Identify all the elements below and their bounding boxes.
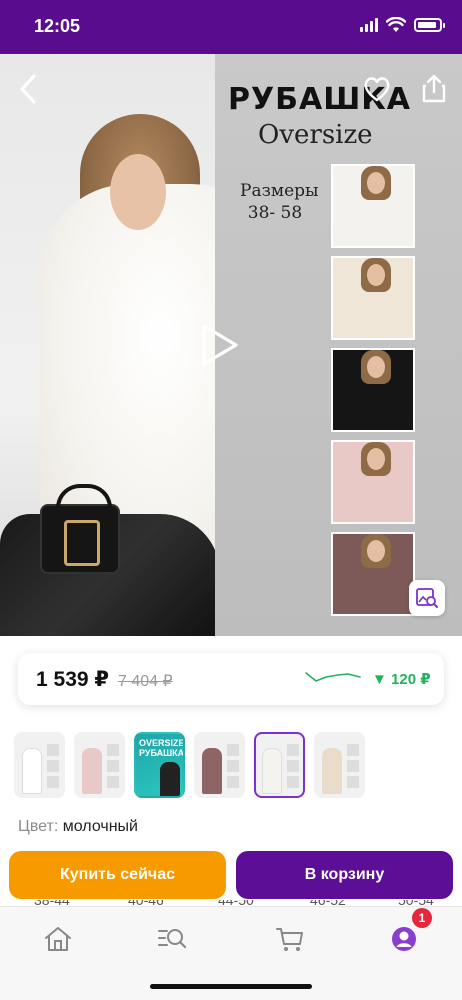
old-price: 7 404 ₽ — [118, 673, 173, 690]
image-search-button[interactable] — [409, 580, 445, 616]
promo-label: OVERSIZE РУБАШКА — [139, 738, 185, 758]
color-variant-strip: OVERSIZE РУБАШКА — [14, 732, 454, 800]
price-card[interactable]: 1 539 ₽ 7 404 ₽ ▼ 120 ₽ — [18, 653, 444, 705]
color-label: Цвет: — [18, 818, 59, 835]
share-icon[interactable] — [420, 72, 448, 104]
home-icon[interactable] — [42, 923, 74, 955]
variant-thumb-brown — [331, 532, 415, 616]
profile-icon[interactable] — [388, 923, 420, 955]
heart-icon[interactable] — [362, 74, 392, 104]
variant-thumb-black — [331, 348, 415, 432]
variant-thumb-pink — [331, 440, 415, 524]
notification-badge: 1 — [412, 908, 432, 928]
thumbnail-beige[interactable] — [314, 732, 365, 798]
banner-variant-thumbs — [331, 164, 415, 624]
handbag-image — [40, 484, 120, 574]
model-photo — [0, 54, 280, 636]
banner-subtitle: Oversize — [258, 120, 373, 150]
status-time: 12:05 — [34, 16, 81, 36]
buy-now-button[interactable]: Купить сейчас — [9, 851, 226, 899]
cellular-signal-icon — [360, 18, 378, 32]
wifi-icon — [386, 17, 406, 32]
current-price: 1 539 ₽ — [36, 668, 109, 691]
thumbnail-white[interactable] — [14, 732, 65, 798]
thumbnail-promo[interactable]: OVERSIZE РУБАШКА — [134, 732, 185, 798]
back-arrow-icon[interactable] — [14, 72, 44, 106]
home-indicator — [150, 984, 312, 989]
selected-color: Цвет: молочный — [18, 818, 138, 836]
battery-icon — [414, 18, 445, 32]
price-trend-sparkline — [305, 672, 361, 682]
status-bar: 12:05 — [0, 0, 462, 54]
product-image-gallery[interactable]: РУБАШКА Oversize Размеры 38- 58 — [0, 54, 462, 636]
color-value: молочный — [62, 818, 138, 835]
thumbnail-mauve[interactable] — [194, 732, 245, 798]
thumbnail-pink[interactable] — [74, 732, 125, 798]
banner-sizes: Размеры 38- 58 — [240, 181, 319, 223]
status-icons — [360, 17, 445, 33]
variant-thumb-white — [331, 164, 415, 248]
add-to-cart-button[interactable]: В корзину — [236, 851, 453, 899]
catalog-search-icon[interactable] — [156, 923, 188, 955]
variant-thumb-cream — [331, 256, 415, 340]
price-drop: ▼ 120 ₽ — [372, 671, 431, 688]
cart-icon[interactable] — [274, 923, 306, 955]
image-search-icon — [416, 588, 438, 608]
play-video-icon[interactable] — [196, 322, 242, 368]
thumbnail-milky-selected[interactable] — [254, 732, 305, 798]
